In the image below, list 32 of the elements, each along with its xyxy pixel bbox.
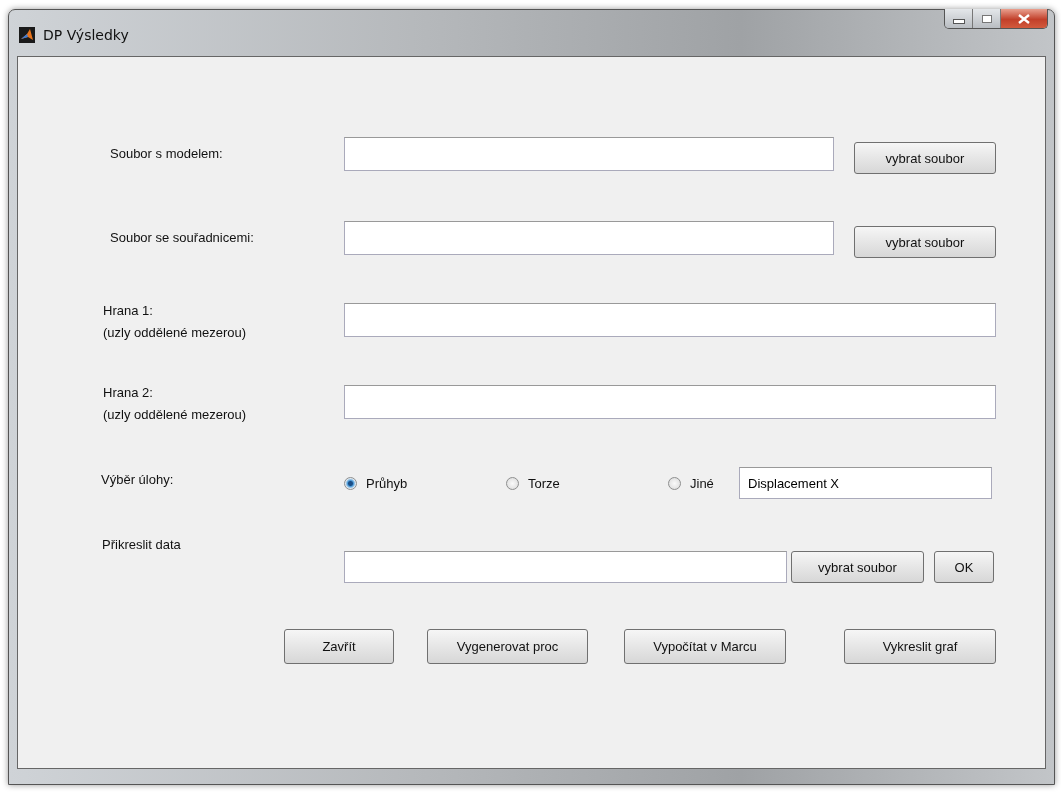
close-icon bbox=[1018, 13, 1030, 24]
field-label: Hrana 2: (uzly oddělené mezerou) bbox=[102, 384, 248, 424]
radio-label[interactable]: Průhyb bbox=[366, 475, 408, 491]
input-field[interactable] bbox=[344, 385, 996, 419]
input-field[interactable] bbox=[344, 137, 834, 171]
field-label: Soubor se souřadnicemi: bbox=[109, 229, 255, 247]
radio-button[interactable] bbox=[506, 476, 519, 490]
action-button[interactable]: Vypočítat v Marcu bbox=[624, 629, 786, 664]
select-file-button[interactable]: vybrat soubor bbox=[791, 551, 924, 583]
select-file-button[interactable]: vybrat soubor bbox=[854, 226, 996, 258]
action-button[interactable]: Zavřít bbox=[284, 629, 394, 664]
field-label: Výběr úlohy: bbox=[100, 471, 175, 489]
input-field[interactable] bbox=[344, 221, 834, 255]
input-field[interactable]: Displacement X bbox=[739, 467, 992, 499]
maximize-button[interactable] bbox=[973, 9, 1001, 28]
input-field[interactable] bbox=[344, 303, 996, 337]
input-field[interactable] bbox=[344, 551, 787, 583]
radio-label[interactable]: Torze bbox=[528, 475, 560, 491]
field-label: Hrana 1: (uzly oddělené mezerou) bbox=[102, 302, 248, 342]
close-button[interactable] bbox=[1001, 9, 1047, 28]
select-file-button[interactable]: vybrat soubor bbox=[854, 142, 996, 174]
action-button[interactable]: Vygenerovat proc bbox=[427, 629, 588, 664]
field-label: Přikreslit data bbox=[101, 536, 182, 554]
app-logo-icon bbox=[19, 27, 35, 43]
ok-button[interactable]: OK bbox=[934, 551, 994, 583]
radio-button[interactable] bbox=[668, 476, 681, 490]
field-label: Soubor s modelem: bbox=[109, 145, 224, 163]
minimize-button[interactable] bbox=[945, 9, 973, 28]
window-title: DP Výsledky bbox=[43, 27, 129, 43]
radio-button[interactable] bbox=[344, 476, 357, 490]
radio-label[interactable]: Jiné bbox=[690, 475, 714, 491]
action-button[interactable]: Vykreslit graf bbox=[844, 629, 996, 664]
